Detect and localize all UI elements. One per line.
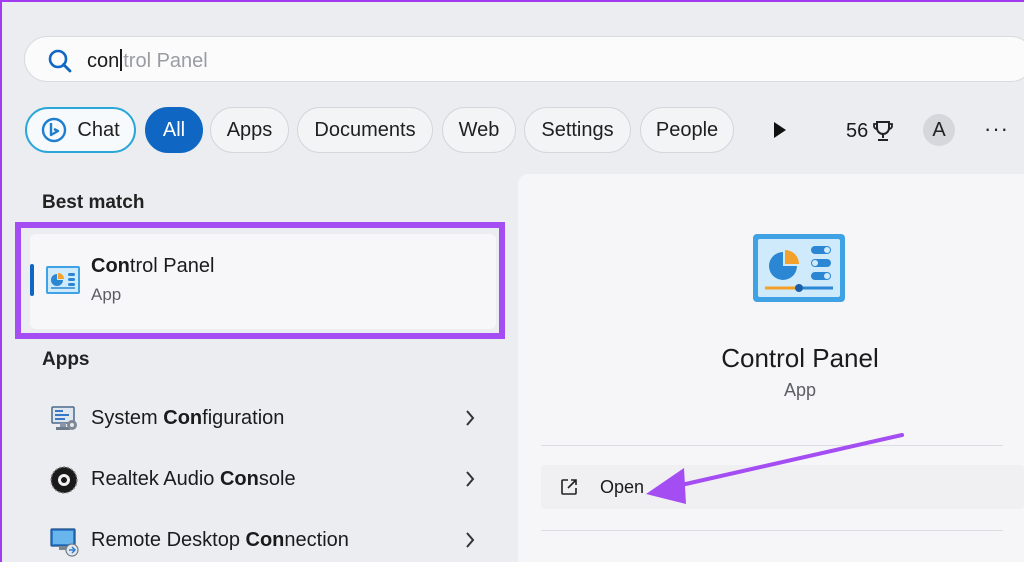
app-label-before: Remote Desktop: [91, 529, 246, 551]
annotation-arrow-icon: [646, 433, 904, 504]
filter-web[interactable]: Web: [442, 107, 516, 153]
best-match-name-rest: trol Panel: [129, 255, 215, 277]
app-item-system-configuration[interactable]: System Configuration: [30, 391, 496, 447]
app-item-remote-desktop-connection[interactable]: Remote Desktop Connection: [30, 513, 496, 562]
rewards-points-value: 56: [846, 119, 869, 142]
best-match-name: Control Panel: [91, 255, 214, 278]
detail-title: Control Panel: [721, 343, 879, 373]
app-label-bold: Con: [219, 468, 259, 490]
best-match-name-bold: Con: [91, 255, 130, 277]
control-panel-large-icon: [753, 234, 845, 302]
chevron-right-icon[interactable]: [464, 469, 476, 489]
apps-heading: Apps: [42, 349, 90, 370]
app-label-before: Realtek Audio: [91, 468, 220, 490]
remote-desktop-icon: [50, 528, 79, 557]
best-match-type: App: [91, 285, 122, 304]
play-more-filters-icon[interactable]: [772, 120, 788, 140]
best-match-heading: Best match: [42, 192, 145, 213]
open-external-icon: [561, 479, 577, 495]
search-autocomplete: trol Panel: [123, 50, 208, 72]
chevron-right-icon[interactable]: [464, 530, 476, 550]
filter-chat-label: Chat: [77, 118, 120, 141]
text-caret: [120, 49, 123, 71]
detail-type: App: [783, 380, 817, 400]
search-box[interactable]: con trol Panel: [24, 36, 1024, 82]
filter-all[interactable]: All: [145, 107, 203, 153]
account-avatar[interactable]: A: [923, 114, 955, 146]
filter-people[interactable]: People: [640, 107, 734, 153]
app-item-label: Remote Desktop Connection: [91, 529, 349, 552]
filter-chat[interactable]: Chat: [25, 107, 136, 153]
more-options-button[interactable]: ···: [984, 116, 1009, 142]
search-input[interactable]: con trol Panel: [87, 49, 208, 73]
app-item-label: System Configuration: [91, 407, 284, 430]
app-label-before: System: [91, 407, 164, 429]
open-button-label: Open: [600, 477, 645, 497]
chevron-right-icon[interactable]: [464, 408, 476, 428]
filter-apps[interactable]: Apps: [210, 107, 289, 153]
search-typed-text: con: [87, 50, 120, 72]
app-label-after: figuration: [202, 407, 285, 429]
search-icon: [48, 49, 72, 73]
control-panel-icon: [46, 266, 80, 294]
filter-documents[interactable]: Documents: [297, 107, 433, 153]
realtek-audio-icon: [50, 466, 78, 494]
trophy-icon: [873, 121, 894, 141]
app-label-after: sole: [258, 468, 296, 490]
bing-chat-icon: [42, 117, 67, 143]
filter-settings[interactable]: Settings: [524, 107, 631, 153]
app-label-after: nection: [284, 529, 349, 551]
divider: [541, 530, 1003, 531]
app-label-bold: Con: [163, 407, 203, 429]
app-item-realtek-audio-console[interactable]: Realtek Audio Console: [30, 452, 496, 508]
rewards-points[interactable]: 56: [846, 119, 894, 143]
selection-indicator: [30, 264, 34, 296]
best-match-item[interactable]: [30, 234, 496, 329]
app-item-label: Realtek Audio Console: [91, 468, 296, 491]
system-configuration-icon: [51, 406, 77, 430]
app-label-bold: Con: [245, 529, 285, 551]
